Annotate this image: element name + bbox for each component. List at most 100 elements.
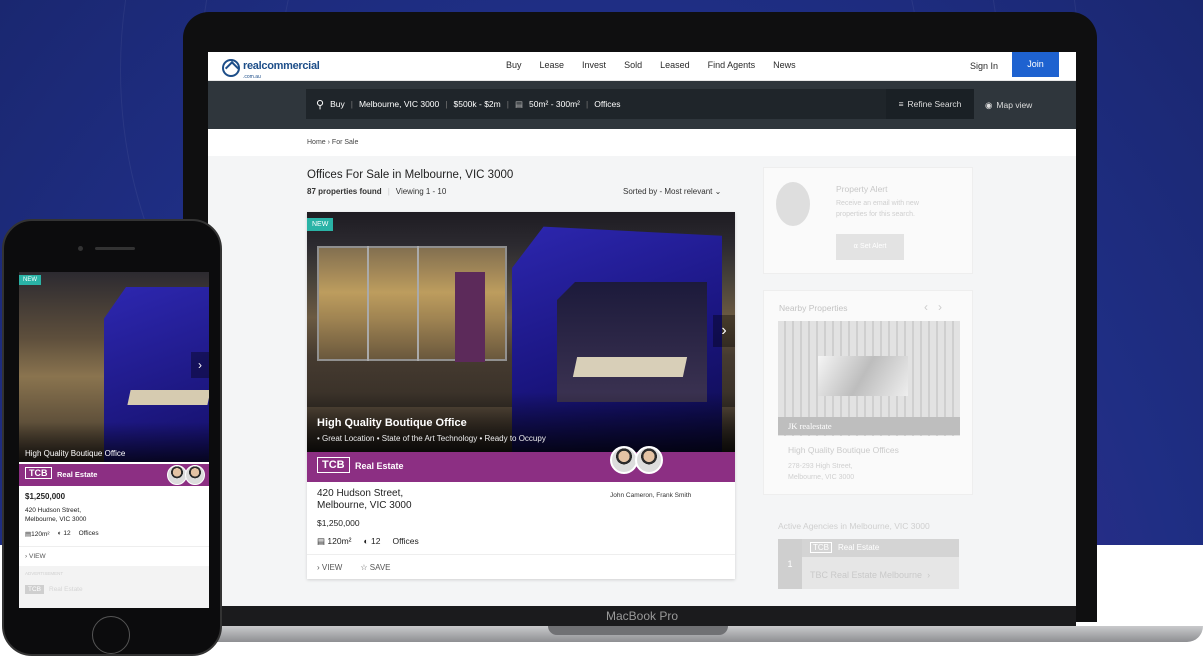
- sign-in-link[interactable]: Sign In: [970, 61, 998, 71]
- refine-search-button[interactable]: ≡ Refine Search: [886, 89, 974, 119]
- map-view-label: Map view: [996, 100, 1033, 110]
- nav-link-find-agents[interactable]: Find Agents: [708, 60, 756, 70]
- nav-link-leased[interactable]: Leased: [660, 60, 690, 70]
- view-label: VIEW: [321, 563, 343, 572]
- breadcrumb-home[interactable]: Home: [307, 139, 326, 146]
- save-label: SAVE: [369, 563, 391, 572]
- chevron-left-icon[interactable]: ‹: [924, 300, 938, 314]
- sort-label: Sorted by - Most relevant: [623, 187, 713, 196]
- logo-subtext: .com.au: [243, 74, 261, 80]
- search-icon: ⚲: [316, 98, 325, 111]
- listing-type: Offices: [392, 536, 419, 546]
- avatar: [610, 446, 638, 474]
- chevron-down-icon: ⌄: [714, 187, 722, 196]
- phone-listing-address: 420 Hudson Street, Melbourne, VIC 3000: [25, 506, 86, 524]
- chevron-right-icon[interactable]: ›: [938, 300, 952, 314]
- results-meta: 87 properties found | Viewing 1 - 10: [307, 187, 447, 196]
- agency-bar[interactable]: TCB Real Estate: [307, 446, 735, 482]
- agency-logo: TCB: [25, 467, 52, 479]
- agent-names: John Cameron, Frank Smith: [610, 492, 692, 499]
- top-nav: realcommercial .com.au Buy Lease Invest …: [208, 52, 1076, 81]
- active-agency-brand: Real Estate: [838, 543, 880, 552]
- nearby-agency: JK realestate: [778, 417, 960, 435]
- sort-dropdown[interactable]: Sorted by - Most relevant ⌄: [623, 187, 721, 196]
- active-agency-name: TBC Real Estate Melbourne ›: [810, 570, 930, 580]
- photo-detail: [455, 272, 485, 362]
- listing-card[interactable]: NEW › High Quality Boutique Office • Gre…: [307, 212, 735, 579]
- ad-name: Real Estate: [49, 586, 83, 593]
- search-type: Offices: [594, 99, 621, 109]
- phone-agency-bar[interactable]: TCB Real Estate: [19, 464, 209, 486]
- set-alert-button[interactable]: ⍺ Set Alert: [836, 234, 904, 260]
- phone-camera: [78, 246, 83, 251]
- next-photo-button[interactable]: ›: [191, 352, 209, 378]
- phone-view-button[interactable]: › VIEW: [19, 546, 209, 566]
- listing-address: 420 Hudson Street, Melbourne, VIC 3000: [317, 488, 412, 512]
- phone-parking: 12: [63, 530, 71, 537]
- address-line-1: 420 Hudson Street,: [317, 488, 404, 499]
- search-size: 50m² - 300m²: [528, 99, 580, 109]
- listing-photo[interactable]: NEW › High Quality Boutique Office • Gre…: [307, 212, 735, 452]
- active-agency-header: TCB Real Estate: [802, 539, 959, 557]
- view-button[interactable]: › VIEW: [317, 563, 343, 572]
- phone-listing-features: ▤120m² ◐ 12 Offices: [25, 530, 99, 538]
- site-logo[interactable]: realcommercial .com.au: [222, 56, 320, 80]
- breadcrumb: Home › For Sale: [307, 139, 358, 146]
- next-photo-button[interactable]: ›: [713, 315, 735, 347]
- agency-name: Real Estate: [57, 470, 98, 479]
- house-logo-icon: [222, 59, 240, 77]
- laptop-notch: [548, 626, 728, 635]
- area-icon: ▤: [317, 536, 328, 546]
- avatar: [185, 465, 205, 485]
- phone-listing-price: $1,250,000: [25, 492, 66, 501]
- bell-icon: [776, 182, 810, 226]
- phone-home-button[interactable]: [92, 616, 130, 654]
- area-icon: ▤: [514, 98, 523, 109]
- phone-advertisement[interactable]: ADVERTISEMENT TCB Real Estate: [19, 566, 209, 608]
- logo-text: realcommercial: [243, 60, 320, 72]
- view-label: VIEW: [28, 553, 46, 560]
- photo-detail: [557, 282, 707, 402]
- nearby-address-line-2: Melbourne, VIC 3000: [788, 474, 855, 481]
- photo-detail: [417, 246, 419, 361]
- map-view-button[interactable]: ◉ Map view: [985, 100, 1032, 111]
- alert-description: Receive an email with new properties for…: [836, 200, 919, 218]
- phone-listing-photo[interactable]: NEW › High Quality Boutique Office: [19, 272, 209, 462]
- nav-link-sold[interactable]: Sold: [624, 60, 642, 70]
- ad-logo: TCB: [25, 585, 44, 594]
- refine-search-label: Refine Search: [907, 99, 962, 109]
- active-agency-name-text: TBC Real Estate Melbourne: [810, 570, 923, 580]
- nearby-name[interactable]: High Quality Boutique Offices: [788, 445, 899, 455]
- map-pin-icon: ◉: [985, 100, 993, 110]
- search-bar: ⚲ Buy | Melbourne, VIC 3000 | $500k - $2…: [208, 81, 1076, 129]
- results-viewing: Viewing 1 - 10: [395, 187, 447, 196]
- breadcrumb-for-sale[interactable]: For Sale: [332, 139, 358, 146]
- results-count: 87 properties found: [307, 187, 382, 196]
- nearby-title: Nearby Properties: [779, 303, 848, 313]
- new-badge: NEW: [19, 275, 41, 285]
- phone-type: Offices: [78, 530, 99, 537]
- photo-detail: [572, 357, 688, 377]
- nav-link-invest[interactable]: Invest: [582, 60, 606, 70]
- nearby-properties-panel: Nearby Properties ‹› JK realestate High …: [763, 290, 973, 495]
- save-button[interactable]: ☆ SAVE: [360, 563, 391, 572]
- set-alert-label: Set Alert: [860, 243, 887, 250]
- address-line-2: Melbourne, VIC 3000: [317, 500, 412, 511]
- car-icon: ◐: [363, 536, 371, 546]
- search-input[interactable]: ⚲ Buy | Melbourne, VIC 3000 | $500k - $2…: [306, 89, 886, 119]
- nearby-arrows: ‹›: [924, 300, 952, 314]
- property-alert-panel: Property Alert Receive an email with new…: [763, 167, 973, 274]
- nav-links: Buy Lease Invest Sold Leased Find Agents…: [506, 60, 796, 70]
- join-button[interactable]: Join: [1012, 52, 1059, 77]
- breadcrumb-bar: Home › For Sale: [208, 129, 1076, 156]
- ad-label: ADVERTISEMENT: [25, 571, 64, 576]
- new-badge: NEW: [307, 218, 334, 231]
- page-title: Offices For Sale in Melbourne, VIC 3000: [307, 169, 514, 181]
- alert-title: Property Alert: [836, 184, 888, 194]
- nav-link-lease[interactable]: Lease: [540, 60, 565, 70]
- listing-area: 120m²: [327, 536, 352, 546]
- nav-link-buy[interactable]: Buy: [506, 60, 522, 70]
- nav-link-news[interactable]: News: [773, 60, 796, 70]
- active-agency-row[interactable]: 1 TCB Real Estate TBC Real Estate Melbou…: [778, 539, 959, 589]
- phone-speaker: [95, 247, 135, 250]
